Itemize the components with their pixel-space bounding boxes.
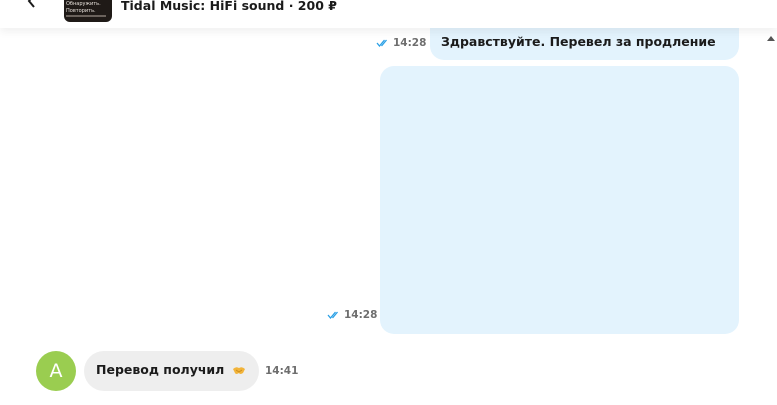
product-title[interactable]: Tidal Music: HiFi sound · 200 ₽ — [121, 0, 337, 13]
chat-page: Обнаружить. Повторить. Tidal Music: HiFi… — [0, 0, 777, 405]
product-thumbnail[interactable]: Обнаружить. Повторить. — [64, 0, 112, 22]
chevron-left-icon — [27, 0, 35, 8]
thumb-decoration — [66, 15, 106, 17]
chat-header: Обнаружить. Повторить. Tidal Music: HiFi… — [0, 0, 777, 28]
outgoing-media-message[interactable] — [380, 66, 739, 334]
message-text: Здравствуйте. Перевел за продление — [441, 34, 716, 49]
scroll-up-arrow-icon[interactable] — [767, 36, 775, 41]
avatar-letter: A — [49, 360, 63, 382]
incoming-message[interactable]: Перевод получил — [84, 351, 259, 391]
double-check-icon — [327, 311, 338, 319]
message-time: 14:28 — [393, 37, 427, 49]
message-meta: 14:41 — [265, 365, 298, 377]
thumb-text-line: Повторить. — [66, 8, 96, 14]
back-button[interactable] — [26, 0, 38, 8]
message-meta: 14:28 — [376, 37, 426, 49]
message-meta: 14:28 — [327, 309, 377, 321]
double-check-icon — [376, 39, 387, 47]
avatar[interactable]: A — [36, 351, 76, 391]
message-time: 14:41 — [265, 365, 299, 377]
scrollbar[interactable] — [767, 28, 777, 405]
message-time: 14:28 — [344, 309, 378, 321]
outgoing-message[interactable]: Здравствуйте. Перевел за продление — [430, 28, 739, 60]
message-text: Перевод получил — [96, 362, 225, 377]
handshake-icon — [233, 367, 245, 374]
thumb-text-line: Обнаружить. — [66, 1, 101, 7]
